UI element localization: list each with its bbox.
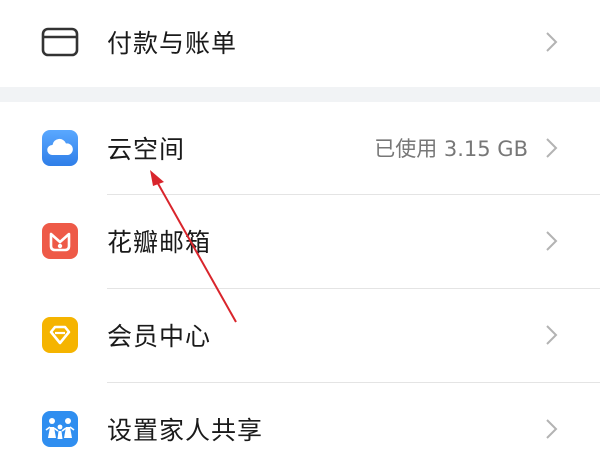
- menu-item-label: 花瓣邮箱: [107, 228, 212, 257]
- chevron-right-icon: [544, 229, 560, 253]
- menu-item-family-sharing[interactable]: 设置家人共享: [0, 383, 600, 475]
- section-gap: [0, 87, 600, 102]
- menu-item-label: 会员中心: [107, 322, 212, 351]
- wallet-card-icon: [41, 23, 79, 61]
- cloud-icon: [41, 129, 79, 167]
- menu-item-petal-mail[interactable]: 花瓣邮箱: [0, 195, 600, 287]
- family-icon: [41, 410, 79, 448]
- chevron-right-icon: [544, 417, 560, 441]
- menu-item-label: 设置家人共享: [107, 416, 264, 445]
- menu-item-payment[interactable]: 付款与账单: [0, 0, 600, 88]
- chevron-right-icon: [544, 136, 560, 160]
- chevron-right-icon: [544, 323, 560, 347]
- petal-mail-icon: [41, 222, 79, 260]
- menu-item-label: 云空间: [107, 135, 186, 164]
- menu-item-label: 付款与账单: [107, 29, 238, 58]
- chevron-right-icon: [544, 30, 560, 54]
- diamond-icon: [41, 316, 79, 354]
- storage-used-value: 已使用 3.15 GB: [374, 137, 528, 161]
- menu-item-cloud-space[interactable]: 云空间 已使用 3.15 GB: [0, 102, 600, 194]
- menu-item-member-center[interactable]: 会员中心: [0, 289, 600, 381]
